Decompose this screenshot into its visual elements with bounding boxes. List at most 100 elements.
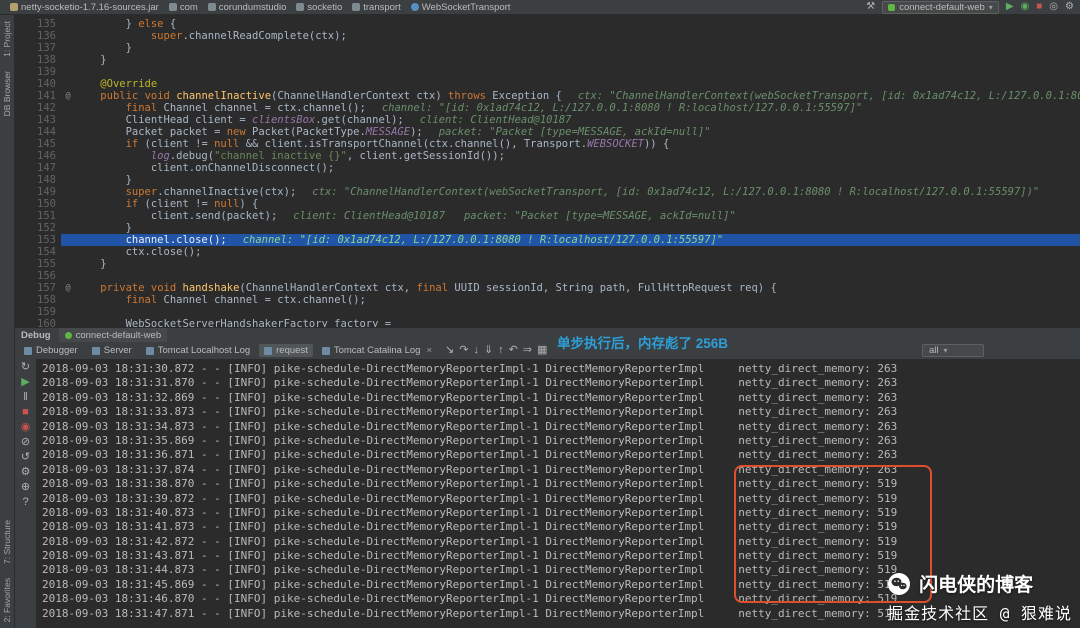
code-line[interactable]: 148 } [15, 174, 1080, 186]
code-text[interactable] [75, 270, 1080, 282]
line-number[interactable]: 160 [15, 318, 61, 327]
code-text[interactable]: } [75, 54, 1080, 66]
line-number[interactable]: 140 [15, 78, 61, 90]
breadcrumb-item[interactable]: transport [348, 2, 405, 13]
line-number[interactable]: 155 [15, 258, 61, 270]
code-text[interactable]: if (client != null && client.isTransport… [75, 138, 1080, 150]
drop-frame-button[interactable]: ↶ [509, 345, 518, 356]
code-line[interactable]: 155 } [15, 258, 1080, 270]
code-text[interactable]: final Channel channel = ctx.channel(); [75, 294, 1080, 306]
rerun-button[interactable]: ↻ [21, 362, 30, 373]
code-line[interactable]: 142 final Channel channel = ctx.channel(… [15, 102, 1080, 114]
code-line[interactable]: 149 super.channelInactive(ctx); ctx: "Cha… [15, 186, 1080, 198]
code-text[interactable]: } else { [75, 18, 1080, 30]
code-text[interactable]: super.channelInactive(ctx); ctx: "Channel… [75, 186, 1080, 198]
stop-button[interactable]: ■ [1036, 2, 1042, 12]
code-text[interactable]: final Channel channel = ctx.channel(); ch… [75, 102, 1080, 114]
code-line[interactable]: 144 Packet packet = new Packet(PacketTyp… [15, 126, 1080, 138]
tool-window-button[interactable]: 2: Favorites [2, 578, 12, 622]
resume-button[interactable]: ▶ [21, 377, 29, 388]
line-number[interactable]: 141 [15, 90, 61, 102]
code-text[interactable]: public void channelInactive(ChannelHandl… [75, 90, 1080, 102]
view-breakpoints-button[interactable]: ◉ [21, 422, 31, 433]
code-text[interactable]: channel.close(); channel: "[id: 0x1ad74c1… [75, 234, 1080, 246]
debug-button[interactable]: ◉ [1021, 2, 1030, 12]
code-text[interactable]: WebSocketServerHandshakerFactory factory… [75, 318, 1080, 327]
line-number[interactable]: 153 [15, 234, 61, 246]
debug-tab-server[interactable]: Server [87, 344, 137, 357]
line-number[interactable]: 138 [15, 54, 61, 66]
line-number[interactable]: 135 [15, 18, 61, 30]
code-line[interactable]: 146 log.debug("channel inactive {}", cli… [15, 150, 1080, 162]
code-line[interactable]: 138 } [15, 54, 1080, 66]
code-line[interactable]: 135 } else { [15, 18, 1080, 30]
code-text[interactable]: @Override [75, 78, 1080, 90]
code-line[interactable]: 158 final Channel channel = ctx.channel(… [15, 294, 1080, 306]
debug-tab-tomcat-localhost-log[interactable]: Tomcat Localhost Log [141, 344, 255, 357]
help-button[interactable]: ? [22, 497, 28, 508]
line-number[interactable]: 146 [15, 150, 61, 162]
line-number[interactable]: 151 [15, 210, 61, 222]
line-number[interactable]: 144 [15, 126, 61, 138]
code-line[interactable]: 143 ClientHead client = clientsBox.get(c… [15, 114, 1080, 126]
line-number[interactable]: 152 [15, 222, 61, 234]
line-number[interactable]: 156 [15, 270, 61, 282]
breadcrumb-item[interactable]: netty-socketio-1.7.16-sources.jar [6, 2, 163, 13]
build-project-icon[interactable]: ⚒ [866, 2, 875, 12]
breadcrumb-item[interactable]: corundumstudio [204, 2, 291, 13]
line-number[interactable]: 143 [15, 114, 61, 126]
code-text[interactable]: } [75, 42, 1080, 54]
code-line[interactable]: 137 } [15, 42, 1080, 54]
log-filter-select[interactable]: all ▾ [922, 344, 984, 357]
code-editor[interactable]: 135 } else {136 super.channelReadComplet… [15, 15, 1080, 327]
settings-button[interactable]: ⚙ [21, 467, 31, 478]
line-number[interactable]: 159 [15, 306, 61, 318]
code-line[interactable]: 156 [15, 270, 1080, 282]
code-line[interactable]: 141 @ public void channelInactive(Channel… [15, 90, 1080, 102]
line-number[interactable]: 142 [15, 102, 61, 114]
tool-window-button[interactable]: 1: Project [2, 21, 12, 57]
code-text[interactable]: client.onChannelDisconnect(); [75, 162, 1080, 174]
close-icon[interactable]: × [426, 345, 432, 356]
code-text[interactable]: Packet packet = new Packet(PacketType.ME… [75, 126, 1080, 138]
line-number[interactable]: 139 [15, 66, 61, 78]
line-number[interactable]: 154 [15, 246, 61, 258]
code-text[interactable] [75, 306, 1080, 318]
breadcrumb-item[interactable]: com [165, 2, 202, 13]
code-text[interactable]: log.debug("channel inactive {}", client.… [75, 150, 1080, 162]
code-text[interactable]: if (client != null) { [75, 198, 1080, 210]
stop-button[interactable]: ■ [22, 407, 29, 418]
code-line[interactable]: 145 if (client != null && client.isTrans… [15, 138, 1080, 150]
code-text[interactable]: } [75, 258, 1080, 270]
line-number[interactable]: 145 [15, 138, 61, 150]
code-line[interactable]: 157 @ private void handshake(ChannelHandl… [15, 282, 1080, 294]
debug-session-tab[interactable]: connect-default-web [58, 328, 168, 342]
code-line[interactable]: 153 channel.close(); channel: "[id: 0x1ad… [15, 234, 1080, 246]
search-everywhere-icon[interactable]: ◎ [1049, 2, 1058, 12]
line-number[interactable]: 136 [15, 30, 61, 42]
code-line[interactable]: 159 [15, 306, 1080, 318]
debug-tab-request[interactable]: request [259, 344, 313, 357]
run-to-cursor-button[interactable]: ⇒ [523, 345, 532, 356]
line-number[interactable]: 148 [15, 174, 61, 186]
run-config-select[interactable]: connect-default-web ▾ [882, 0, 999, 14]
step-into-button[interactable]: ↓ [473, 345, 479, 356]
force-step-into-button[interactable]: ⇓ [484, 345, 493, 356]
code-line[interactable]: 140 @Override [15, 78, 1080, 90]
code-line[interactable]: 150 if (client != null) { [15, 198, 1080, 210]
breadcrumb-item[interactable]: socketio [292, 2, 346, 13]
code-text[interactable] [75, 66, 1080, 78]
evaluate-expression-button[interactable]: ▦ [537, 345, 547, 356]
show-execution-point-button[interactable]: ↘ [445, 345, 454, 356]
code-text[interactable]: ClientHead client = clientsBox.get(chann… [75, 114, 1080, 126]
code-line[interactable]: 151 client.send(packet); client: ClientHe… [15, 210, 1080, 222]
restore-layout-button[interactable]: ↺ [21, 452, 30, 463]
pause-button[interactable]: ‖ [23, 392, 28, 403]
step-out-button[interactable]: ↑ [498, 345, 504, 356]
line-number[interactable]: 150 [15, 198, 61, 210]
code-text[interactable]: private void handshake(ChannelHandlerCon… [75, 282, 1080, 294]
console-output[interactable]: 2018-09-03 18:31:30.872 - - [INFO] pike-… [37, 359, 1080, 628]
code-text[interactable]: } [75, 174, 1080, 186]
pin-tab-button[interactable]: ⊕ [21, 482, 30, 493]
code-line[interactable]: 139 [15, 66, 1080, 78]
